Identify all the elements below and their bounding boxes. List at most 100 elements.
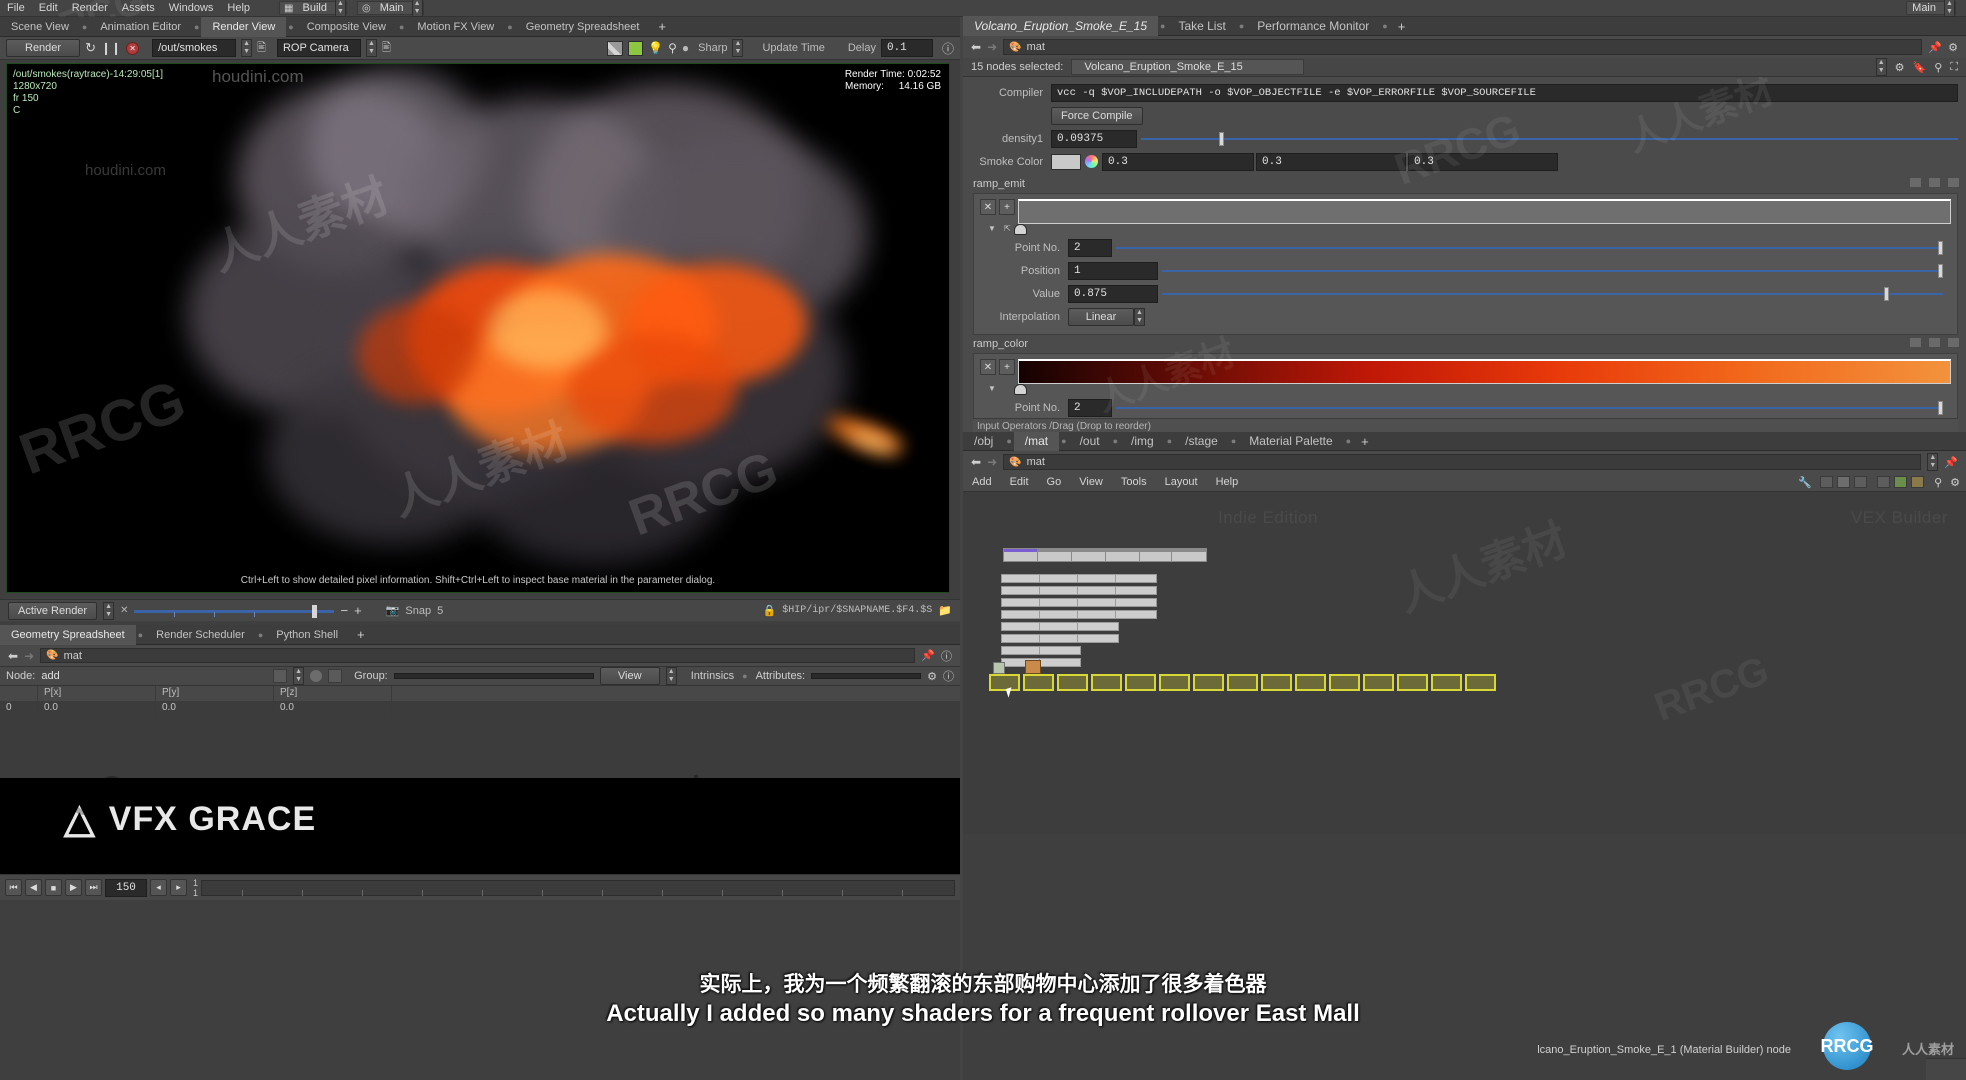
ramp-emit-interp-spinner[interactable]: ▲▼ bbox=[1134, 308, 1145, 326]
right-desktop-spinner[interactable]: ▲▼ bbox=[1944, 0, 1955, 17]
node[interactable] bbox=[1115, 574, 1157, 583]
next-key-icon[interactable]: ▸ bbox=[170, 879, 187, 896]
node[interactable] bbox=[1171, 548, 1207, 562]
node[interactable] bbox=[1115, 598, 1157, 607]
smoke-color-g-field[interactable]: 0.3 bbox=[1256, 153, 1406, 171]
rop-picker-icon[interactable]: 🖹 bbox=[257, 39, 266, 58]
ramp-emit-editor[interactable]: ✕ + ▼ ⇱ Point No. 2 bbox=[973, 193, 1958, 335]
timeline-ruler[interactable] bbox=[201, 880, 955, 896]
note-icon[interactable] bbox=[1894, 476, 1907, 488]
node[interactable] bbox=[1115, 610, 1157, 619]
render-button[interactable]: Render bbox=[6, 39, 80, 57]
node[interactable] bbox=[1105, 548, 1141, 562]
ramp-emit-value-handle[interactable] bbox=[1884, 287, 1889, 301]
desktop-spinner[interactable]: ▲▼ bbox=[412, 0, 423, 17]
node[interactable] bbox=[1039, 574, 1081, 583]
network-menu-add[interactable]: Add bbox=[963, 476, 1001, 488]
node[interactable] bbox=[1039, 646, 1081, 655]
ramp-color-delete-point-button[interactable]: ✕ bbox=[980, 359, 996, 375]
node[interactable] bbox=[1077, 610, 1119, 619]
expand-icon[interactable]: ⛶ bbox=[1950, 61, 1958, 74]
node[interactable] bbox=[1001, 634, 1043, 643]
node[interactable] bbox=[1039, 634, 1081, 643]
render-image-viewport[interactable]: /out/smokes(raytrace)-14:29:05[1] 1280x7… bbox=[6, 63, 950, 593]
ramp-emit-point-no-slider[interactable] bbox=[1116, 241, 1943, 255]
forward-arrow-icon[interactable]: ➜ bbox=[987, 40, 997, 54]
network-tab-obj[interactable]: /obj bbox=[963, 431, 1004, 451]
smoke-color-r-field[interactable]: 0.3 bbox=[1102, 153, 1254, 171]
slider-handle[interactable] bbox=[312, 605, 317, 618]
menu-render[interactable]: Render bbox=[65, 0, 115, 17]
force-compile-button[interactable]: Force Compile bbox=[1051, 107, 1143, 125]
grid-view-icon[interactable] bbox=[1837, 476, 1850, 488]
remove-snapshot-button[interactable]: − bbox=[340, 603, 348, 618]
network-pin-icon[interactable]: 📌 bbox=[1944, 456, 1958, 469]
ramp-emit-position-slider[interactable] bbox=[1162, 264, 1943, 278]
add-param-tab-button[interactable]: + bbox=[1390, 19, 1414, 34]
network-path-field[interactable]: 🎨 mat bbox=[1003, 454, 1921, 470]
ramp-color-menu-icon[interactable]: ▼ bbox=[988, 384, 996, 393]
menu-assets[interactable]: Assets bbox=[115, 0, 162, 17]
ramp-color-point-no-handle[interactable] bbox=[1938, 401, 1943, 415]
tab-motion-fx-view[interactable]: Motion FX View bbox=[406, 17, 505, 37]
tab-python-shell[interactable]: Python Shell bbox=[265, 625, 349, 645]
back-arrow-icon[interactable]: ⬅ bbox=[8, 649, 18, 663]
ramp-color-handles[interactable]: ▼ bbox=[1018, 384, 1951, 395]
density-slider[interactable] bbox=[1141, 132, 1958, 146]
node-selected[interactable] bbox=[1125, 674, 1156, 691]
checker-background-icon[interactable] bbox=[607, 41, 623, 56]
ramp-emit-gear-icon[interactable] bbox=[1947, 177, 1960, 188]
node[interactable] bbox=[1001, 610, 1043, 619]
ramp-emit-interp-dropdown[interactable]: Linear bbox=[1068, 308, 1134, 326]
ramp-color-point-no-slider[interactable] bbox=[1116, 401, 1943, 415]
magnifier-icon[interactable]: ⚲ bbox=[668, 41, 677, 55]
smoke-color-swatch[interactable] bbox=[1051, 154, 1081, 170]
menu-edit[interactable]: Edit bbox=[32, 0, 65, 17]
right-desktop-selector[interactable]: Main ▲▼ bbox=[1906, 1, 1956, 15]
network-menu-go[interactable]: Go bbox=[1038, 476, 1071, 488]
points-mode-icon[interactable] bbox=[273, 669, 287, 683]
node-selected[interactable] bbox=[1363, 674, 1394, 691]
active-render-button[interactable]: Active Render bbox=[8, 602, 97, 620]
network-tab-stage[interactable]: /stage bbox=[1174, 431, 1229, 451]
view-spinner[interactable]: ▲▼ bbox=[666, 667, 677, 685]
node[interactable] bbox=[1037, 548, 1073, 562]
pause-icon[interactable]: ❙❙ bbox=[101, 41, 121, 55]
mode-spinner[interactable]: ▲▼ bbox=[293, 667, 304, 685]
camera-picker-icon[interactable]: 🖹 bbox=[382, 39, 391, 58]
parameter-pin-icon[interactable]: 📌 bbox=[1928, 41, 1942, 54]
search-icon[interactable]: ⚲ bbox=[1934, 61, 1942, 74]
menu-file[interactable]: File bbox=[0, 0, 32, 17]
tab-geometry-spreadsheet[interactable]: Geometry Spreadsheet bbox=[515, 17, 651, 37]
delay-field[interactable]: 0.1 bbox=[881, 39, 933, 57]
spreadsheet-info-icon[interactable]: ⓘ bbox=[943, 668, 954, 684]
compiler-field[interactable]: vcc -q $VOP_INCLUDEPATH -o $VOP_OBJECTFI… bbox=[1051, 84, 1958, 102]
add-bottom-tab-button[interactable]: + bbox=[349, 627, 373, 642]
ramp-emit-snap-icon[interactable]: ⇱ bbox=[1004, 224, 1011, 233]
node[interactable] bbox=[1003, 548, 1039, 562]
node-selected[interactable] bbox=[1023, 674, 1054, 691]
node-selected[interactable] bbox=[1091, 674, 1122, 691]
network-tab-img[interactable]: /img bbox=[1120, 431, 1165, 451]
spreadsheet-path-field[interactable]: 🎨 mat bbox=[40, 648, 915, 663]
back-arrow-icon[interactable]: ⬅ bbox=[971, 455, 981, 469]
skip-start-icon[interactable]: ⏮ bbox=[5, 879, 22, 896]
snapshot-icon[interactable] bbox=[1877, 476, 1890, 488]
network-menu-help[interactable]: Help bbox=[1207, 476, 1248, 488]
parameter-path-field[interactable]: 🎨 mat bbox=[1003, 39, 1922, 55]
ramp-color-save-icon[interactable] bbox=[1909, 337, 1922, 348]
pin-icon[interactable]: 📌 bbox=[921, 649, 935, 662]
density-field[interactable]: 0.09375 bbox=[1051, 130, 1137, 148]
node-selected[interactable] bbox=[1465, 674, 1496, 691]
node[interactable] bbox=[1001, 586, 1043, 595]
node-selected[interactable] bbox=[1057, 674, 1088, 691]
node[interactable] bbox=[1001, 622, 1043, 631]
node[interactable] bbox=[1039, 610, 1081, 619]
skip-end-icon[interactable]: ⏭ bbox=[85, 879, 102, 896]
node[interactable] bbox=[1001, 574, 1043, 583]
forward-arrow-icon[interactable]: ➜ bbox=[24, 649, 34, 663]
wrench-icon[interactable]: 🔧 bbox=[1798, 476, 1812, 489]
camera-snapshot-icon[interactable]: 📷 bbox=[386, 604, 400, 617]
stop-playback-icon[interactable]: ■ bbox=[45, 879, 62, 896]
ramp-color-load-icon[interactable] bbox=[1928, 337, 1941, 348]
